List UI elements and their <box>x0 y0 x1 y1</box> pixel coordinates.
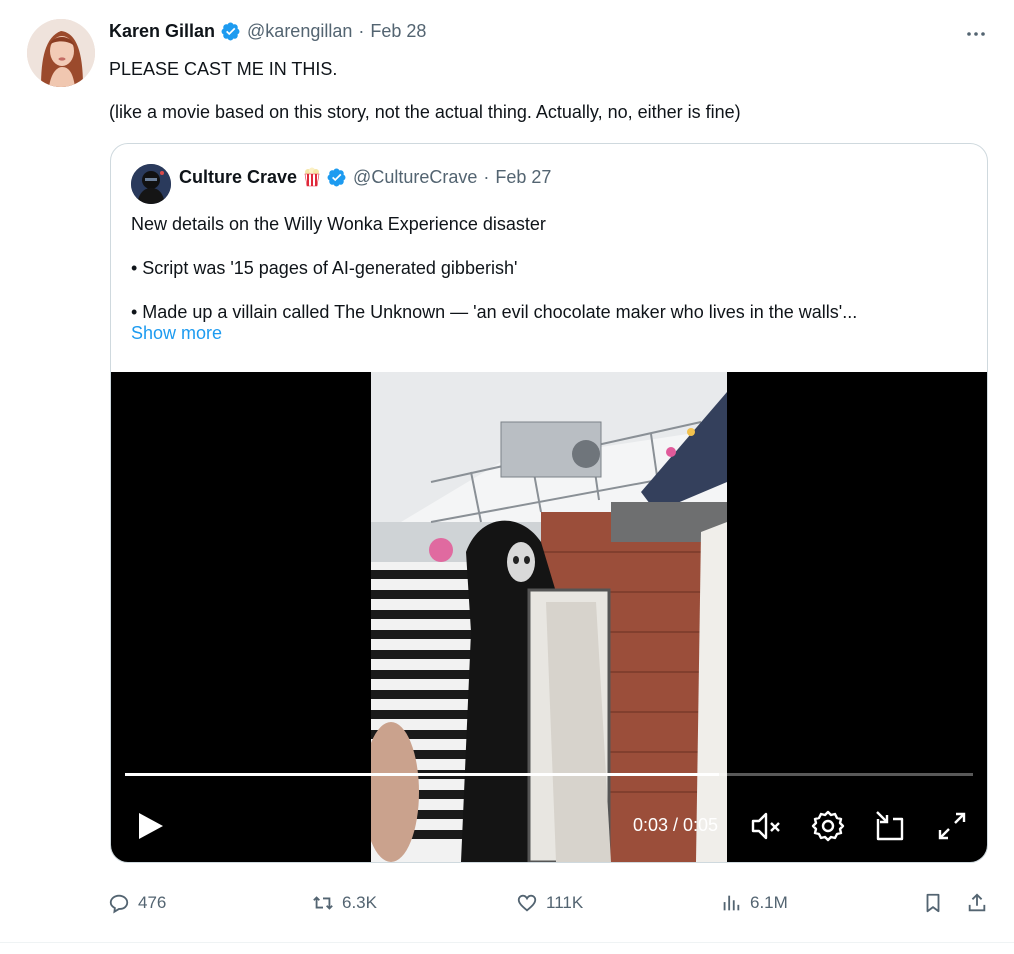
volume-muted-icon[interactable] <box>749 809 783 843</box>
quoted-text-line2: • Script was '15 pages of AI-generated g… <box>131 258 518 278</box>
like-count: 111K <box>546 893 584 912</box>
tweet: Karen Gillan @karengillan · Feb 28 PLEAS… <box>0 0 1014 943</box>
reply-button[interactable]: 476 <box>108 888 166 918</box>
quoted-text-line3: • Made up a villain called The Unknown —… <box>131 302 858 322</box>
analytics-bar-icon <box>723 895 740 911</box>
quoted-header: Culture Crave @CultureCrave · Feb 27 <box>179 165 551 189</box>
play-icon[interactable] <box>133 809 167 843</box>
popcorn-icon <box>304 167 320 187</box>
tweet-header: Karen Gillan @karengillan · Feb 28 <box>109 19 426 43</box>
video-frame <box>371 372 727 862</box>
show-more-link[interactable]: Show more <box>131 323 222 344</box>
avatar-photo <box>27 19 95 87</box>
repost-icon <box>313 896 333 910</box>
reply-icon <box>109 894 129 914</box>
separator-dot: · <box>358 20 365 41</box>
video-frame-image <box>371 372 727 862</box>
like-button[interactable]: 111K <box>516 888 583 918</box>
tweet-text-line2: (like a movie based on this story, not t… <box>109 102 741 122</box>
quoted-date[interactable]: Feb 27 <box>495 167 551 188</box>
bookmark-icon <box>926 893 940 913</box>
video-time: 0:03 / 0:05 <box>633 815 719 835</box>
verified-badge-icon[interactable] <box>220 21 241 42</box>
heart-icon <box>517 894 537 912</box>
repost-count: 6.3K <box>342 893 377 912</box>
verified-badge-icon[interactable] <box>326 167 347 188</box>
views-count: 6.1M <box>750 893 788 912</box>
picture-in-picture-icon[interactable] <box>873 809 907 843</box>
quoted-text-line1: New details on the Willy Wonka Experienc… <box>131 214 546 234</box>
tweet-date[interactable]: Feb 28 <box>370 21 426 42</box>
tweet-text-line1: PLEASE CAST ME IN THIS. <box>109 59 338 79</box>
author-handle[interactable]: @karengillan <box>247 21 352 42</box>
reply-count: 476 <box>138 893 167 912</box>
author-name[interactable]: Karen Gillan <box>109 21 215 42</box>
separator-dot: · <box>483 166 490 187</box>
settings-gear-icon[interactable] <box>811 809 845 843</box>
video-progress-bar[interactable] <box>125 773 973 776</box>
quoted-avatar[interactable] <box>131 164 171 204</box>
repost-button[interactable]: 6.3K <box>312 888 377 918</box>
video-player[interactable]: 0:03 / 0:05 <box>111 372 987 862</box>
quoted-tweet[interactable]: Culture Crave @CultureCrave · Feb 27 New… <box>110 143 988 863</box>
bookmark-button[interactable] <box>922 888 952 918</box>
tweet-actions: 476 6.3K 111K 6.1M <box>0 888 1014 918</box>
avatar[interactable] <box>27 19 95 87</box>
more-horizontal-icon[interactable] <box>964 22 988 46</box>
quoted-avatar-photo <box>131 164 171 204</box>
quoted-handle[interactable]: @CultureCrave <box>353 167 477 188</box>
quoted-author-name[interactable]: Culture Crave <box>179 167 297 188</box>
views-button[interactable]: 6.1M <box>720 888 788 918</box>
fullscreen-icon[interactable] <box>935 809 969 843</box>
video-progress-fill <box>125 773 719 776</box>
share-upload-icon <box>968 893 986 912</box>
share-button[interactable] <box>966 888 996 918</box>
